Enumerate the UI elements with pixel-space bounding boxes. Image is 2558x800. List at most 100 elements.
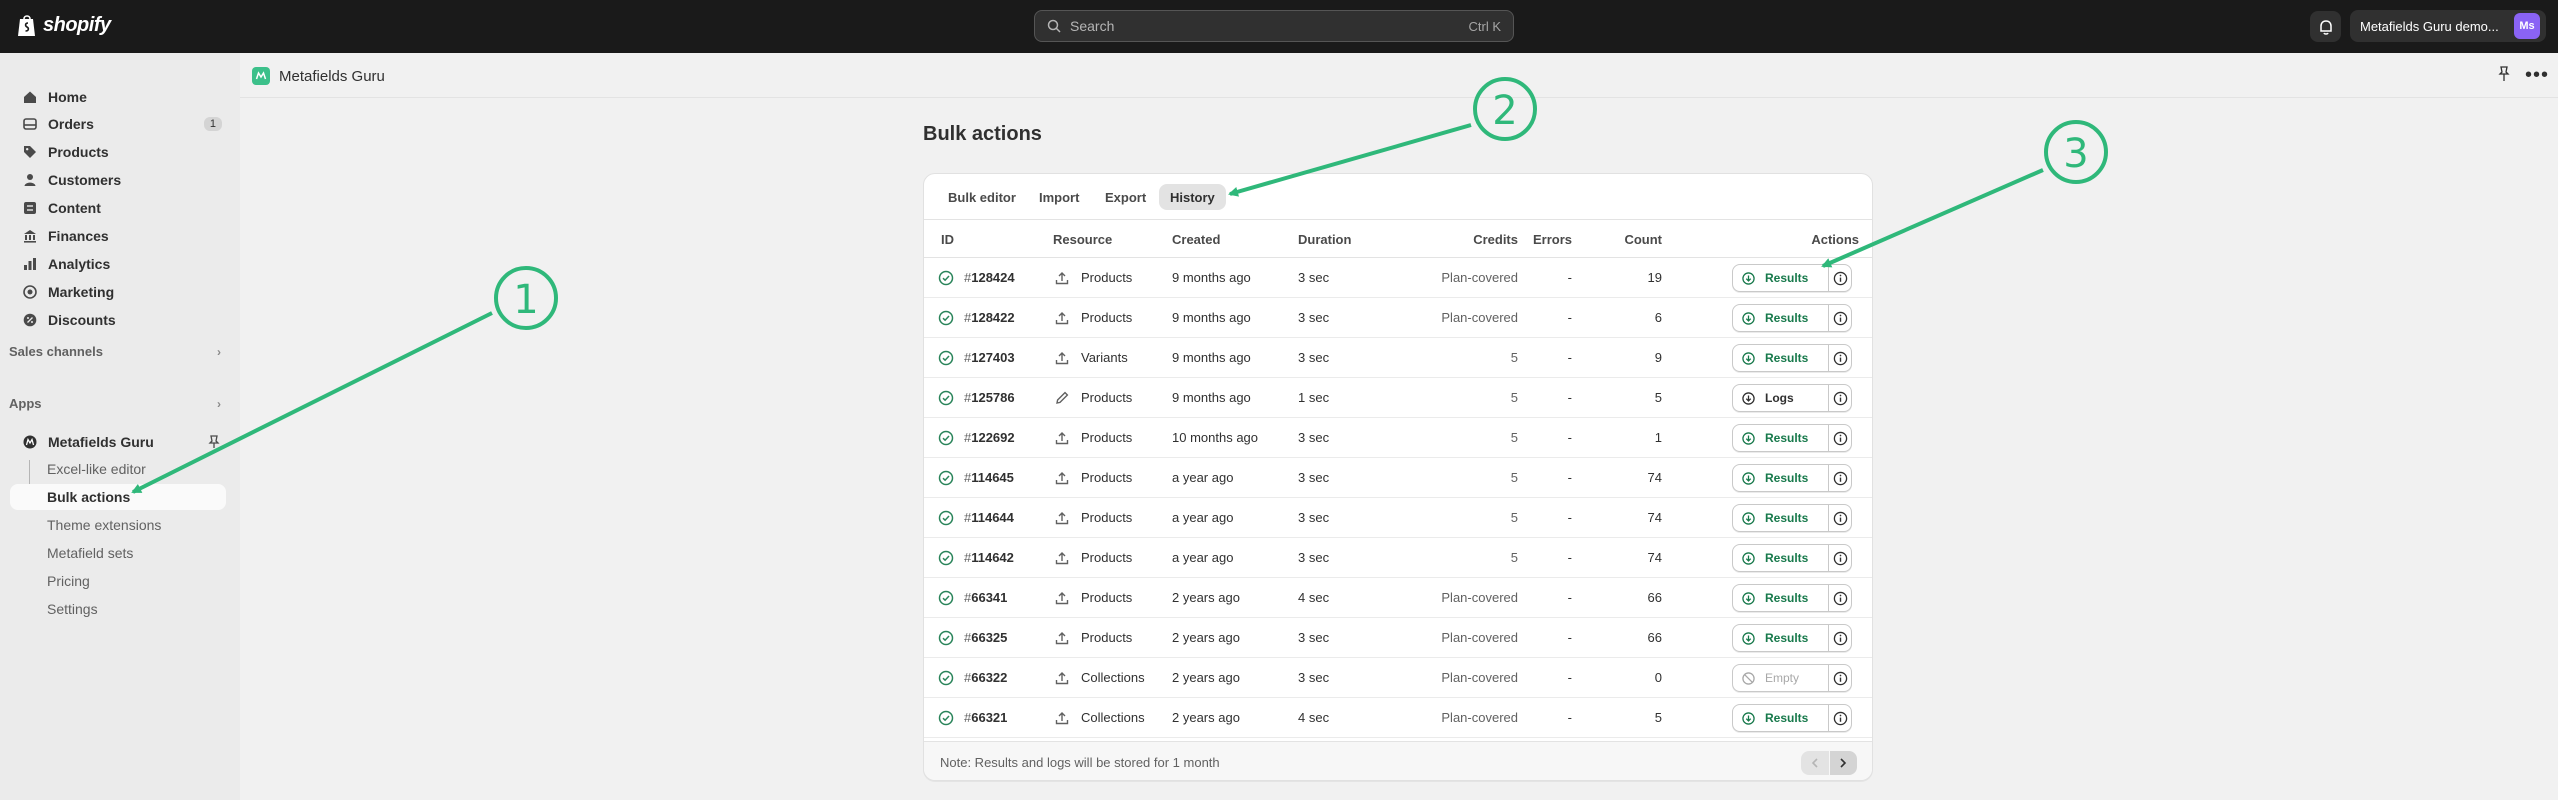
info-icon: [1833, 311, 1848, 326]
details-button[interactable]: [1829, 425, 1851, 451]
upload-icon: [1054, 630, 1070, 646]
job-id[interactable]: #66325: [964, 630, 1007, 645]
job-id[interactable]: #114644: [964, 510, 1014, 525]
download-icon: [1742, 431, 1760, 445]
results-button[interactable]: Results: [1733, 505, 1829, 531]
count-cell: 1: [1654, 430, 1662, 445]
resource-cell: Products: [1081, 430, 1133, 445]
job-id[interactable]: #114642: [964, 550, 1014, 565]
pin-icon[interactable]: [208, 435, 220, 449]
store-menu-button[interactable]: Metafields Guru demo... Ms: [2350, 10, 2546, 42]
row-actions: Results: [1732, 424, 1852, 452]
sidebar-item-content[interactable]: Content: [10, 195, 226, 221]
sidebar-item-finances[interactable]: Finances: [10, 223, 226, 249]
pin-icon[interactable]: [2498, 66, 2510, 87]
info-icon: [1833, 351, 1848, 366]
job-id[interactable]: #128424: [964, 270, 1015, 285]
tab-bulk-editor[interactable]: Bulk editor: [937, 184, 1027, 210]
details-button[interactable]: [1829, 345, 1851, 371]
sidebar-item-home[interactable]: Home: [10, 84, 226, 110]
details-button[interactable]: [1829, 705, 1851, 731]
job-id[interactable]: #127403: [964, 350, 1015, 365]
sidebar-item-discounts[interactable]: Discounts: [10, 307, 226, 333]
details-button[interactable]: [1829, 385, 1851, 411]
tab-history[interactable]: History: [1159, 184, 1226, 210]
sidebar-item-orders[interactable]: Orders 1: [10, 111, 226, 137]
details-button[interactable]: [1829, 305, 1851, 331]
duration-cell: 3 sec: [1298, 430, 1330, 445]
success-check-icon: [938, 550, 954, 566]
app-icon: [252, 67, 270, 85]
job-id[interactable]: #122692: [964, 430, 1015, 445]
sidebar-item-bulk-actions[interactable]: Bulk actions: [10, 484, 226, 510]
results-button[interactable]: Results: [1733, 585, 1829, 611]
chevron-right-icon: ›: [217, 344, 221, 359]
details-button[interactable]: [1829, 625, 1851, 651]
details-button[interactable]: [1829, 585, 1851, 611]
more-actions-button[interactable]: •••: [2525, 64, 2549, 87]
shopify-logo[interactable]: shopify: [17, 13, 111, 37]
info-icon: [1833, 631, 1848, 646]
sidebar-item-analytics[interactable]: Analytics: [10, 251, 226, 277]
previous-page-button[interactable]: [1801, 751, 1829, 775]
success-check-icon: [938, 310, 954, 326]
upload-icon: [1054, 350, 1070, 366]
sidebar-item-products[interactable]: Products: [10, 139, 226, 165]
created-cell: a year ago: [1172, 510, 1234, 525]
sidebar-item-excel-like-editor[interactable]: Excel-like editor: [10, 456, 226, 482]
results-button[interactable]: Results: [1733, 545, 1829, 571]
job-id[interactable]: #125786: [964, 390, 1015, 405]
apps-header[interactable]: Apps ›: [9, 396, 221, 411]
success-check-icon: [938, 470, 954, 486]
chevron-right-icon: [1840, 758, 1847, 768]
download-icon: [1742, 471, 1760, 485]
table-row: #66325 Products 2 years ago 3 sec Plan-cover…: [924, 618, 1872, 658]
table-row: #114645 Products a year ago 3 sec 5 - 74 Result…: [924, 458, 1872, 498]
logs-button[interactable]: Logs: [1733, 385, 1829, 411]
tab-import[interactable]: Import: [1028, 184, 1090, 210]
results-button[interactable]: Results: [1733, 705, 1829, 731]
details-button[interactable]: [1829, 545, 1851, 571]
details-button[interactable]: [1829, 665, 1851, 691]
sidebar-item-label: Marketing: [48, 284, 115, 300]
duration-cell: 4 sec: [1298, 710, 1330, 725]
table-row: #128422 Products 9 months ago 3 sec Plan-cov…: [924, 298, 1872, 338]
results-button[interactable]: Results: [1733, 345, 1829, 371]
sidebar-item-metafields-guru[interactable]: Metafields Guru: [10, 429, 226, 455]
home-icon: [22, 89, 38, 105]
sidebar-item-settings[interactable]: Settings: [10, 596, 226, 622]
results-button[interactable]: Results: [1733, 305, 1829, 331]
count-cell: 74: [1647, 470, 1662, 485]
job-id[interactable]: #114645: [964, 470, 1014, 485]
job-id[interactable]: #128422: [964, 310, 1015, 325]
download-icon: [1742, 271, 1760, 285]
download-icon: [1742, 511, 1760, 525]
details-button[interactable]: [1829, 265, 1851, 291]
sidebar-item-label: Analytics: [48, 256, 111, 272]
row-actions: Results: [1732, 584, 1852, 612]
tab-export[interactable]: Export: [1094, 184, 1157, 210]
job-id[interactable]: #66341: [964, 590, 1007, 605]
results-button[interactable]: Results: [1733, 425, 1829, 451]
row-actions: Results: [1732, 624, 1852, 652]
search-bar[interactable]: Search Ctrl K: [1034, 10, 1514, 42]
results-button[interactable]: Results: [1733, 625, 1829, 651]
results-button[interactable]: Results: [1733, 465, 1829, 491]
credits-cell: Plan-covered: [1441, 710, 1518, 725]
sidebar-item-theme-extensions[interactable]: Theme extensions: [10, 512, 226, 538]
details-button[interactable]: [1829, 505, 1851, 531]
next-page-button[interactable]: [1829, 751, 1857, 775]
results-button[interactable]: Results: [1733, 265, 1829, 291]
empty-button[interactable]: Empty: [1733, 665, 1829, 691]
notifications-button[interactable]: [2310, 11, 2341, 42]
sales-channels-header[interactable]: Sales channels ›: [9, 344, 221, 359]
sidebar-item-metafield-sets[interactable]: Metafield sets: [10, 540, 226, 566]
job-id[interactable]: #66322: [964, 670, 1007, 685]
sidebar-item-customers[interactable]: Customers: [10, 167, 226, 193]
row-actions: Results: [1732, 504, 1852, 532]
details-button[interactable]: [1829, 465, 1851, 491]
sidebar-item-pricing[interactable]: Pricing: [10, 568, 226, 594]
sidebar-item-marketing[interactable]: Marketing: [10, 279, 226, 305]
info-icon: [1833, 551, 1848, 566]
job-id[interactable]: #66321: [964, 710, 1007, 725]
